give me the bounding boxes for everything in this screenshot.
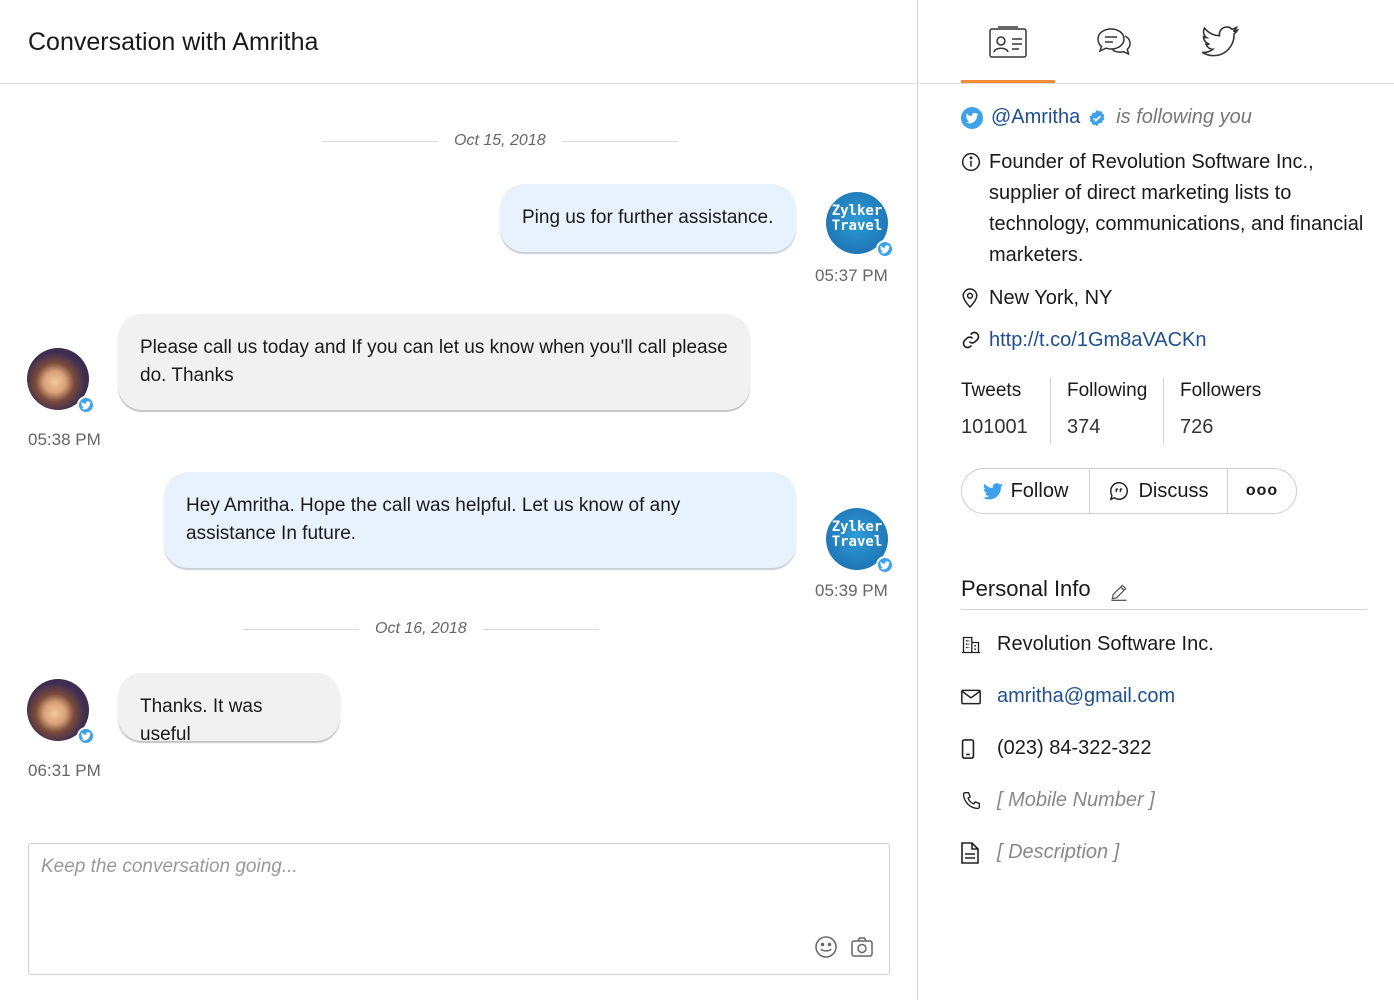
bio-text: Founder of Revolution Software Inc., sup… <box>989 151 1364 266</box>
brand-avatar: Zylker Travel <box>826 192 894 258</box>
url-row: http://t.co/1Gm8aVACKn <box>961 325 1207 360</box>
message-input[interactable] <box>29 844 889 974</box>
twitter-circle-icon <box>961 106 983 129</box>
more-options-button[interactable]: ooo <box>1228 469 1296 513</box>
stat-label: Followers <box>1180 380 1262 401</box>
info-icon <box>961 152 981 172</box>
contact-avatar <box>27 348 95 414</box>
company-row: Revolution Software Inc. <box>961 633 1214 656</box>
stat-followers: Followers 726 <box>1180 378 1280 444</box>
message-bubble-outgoing: Ping us for further assistance. <box>500 184 796 252</box>
building-icon <box>961 636 981 653</box>
discuss-label: Discuss <box>1138 479 1209 502</box>
twitter-badge-icon <box>876 240 894 258</box>
stat-label: Following <box>1067 380 1148 401</box>
message-time: 05:39 PM <box>815 581 888 600</box>
message-text: Thanks. It was useful <box>140 696 263 745</box>
telephone-icon <box>962 791 980 809</box>
twitter-bird-icon <box>1201 26 1239 57</box>
twitter-stats: Tweets 101001 Following 374 Followers 72… <box>961 378 1296 444</box>
twitter-badge-icon <box>77 727 95 745</box>
email-row: amritha@gmail.com <box>961 685 1175 708</box>
date-label: Oct 16, 2018 <box>375 620 467 637</box>
contact-card-icon <box>989 26 1027 58</box>
message-composer <box>28 843 890 975</box>
bio-row: Founder of Revolution Software Inc., sup… <box>961 147 1371 271</box>
conversation-title: Conversation with Amritha <box>28 28 319 56</box>
tab-contact-card[interactable] <box>984 18 1032 66</box>
profile-tabs <box>919 0 1394 84</box>
date-separator: Oct 16, 2018 <box>243 620 599 638</box>
message-text: Please call us today and If you can let … <box>140 337 728 386</box>
phone-value: (023) 84-322-322 <box>997 737 1152 759</box>
discuss-button[interactable]: Discuss <box>1090 469 1228 513</box>
emoji-icon[interactable] <box>813 934 839 960</box>
message-time: 05:37 PM <box>815 266 888 285</box>
mobile-phone-icon <box>961 738 975 759</box>
message-time: 06:31 PM <box>28 761 101 780</box>
edit-pencil-icon[interactable] <box>1109 582 1129 602</box>
document-icon <box>961 841 979 864</box>
conversation-header: Conversation with Amritha <box>0 0 918 84</box>
follow-label: Follow <box>1010 479 1069 502</box>
location-row: New York, NY <box>961 283 1112 319</box>
more-options-icon: ooo <box>1245 482 1279 499</box>
twitter-bird-icon <box>982 482 1003 499</box>
brand-avatar-label: Zylker Travel <box>831 519 883 550</box>
stat-label: Tweets <box>961 380 1022 401</box>
contact-avatar <box>27 679 95 745</box>
message-text: Hey Amritha. Hope the call was helpful. … <box>186 495 681 544</box>
message-bubble-incoming: Thanks. It was useful <box>118 673 340 745</box>
message-text: Ping us for further assistance. <box>522 207 774 228</box>
stat-following: Following 374 <box>1067 378 1164 444</box>
description-row: [ Description ] <box>961 841 1119 864</box>
twitter-handle[interactable]: @Amritha <box>991 106 1080 129</box>
twitter-badge-icon <box>876 556 894 574</box>
stat-value: 101001 <box>961 416 1028 438</box>
brand-avatar-label: Zylker Travel <box>831 203 883 234</box>
message-bubble-outgoing: Hey Amritha. Hope the call was helpful. … <box>164 472 796 568</box>
tab-twitter[interactable] <box>1196 18 1244 66</box>
twitter-handle-row: @Amritha is following you <box>961 106 1252 129</box>
location-pin-icon <box>962 288 978 309</box>
description-placeholder[interactable]: [ Description ] <box>997 841 1119 864</box>
chat-bubbles-icon <box>1097 28 1131 56</box>
phone-row: (023) 84-322-322 <box>961 737 1152 760</box>
following-status: is following you <box>1116 106 1252 128</box>
personal-info-header: Personal Info <box>961 576 1367 610</box>
discuss-icon <box>1110 482 1129 501</box>
twitter-badge-icon <box>77 396 95 414</box>
profile-action-buttons: Follow Discuss ooo <box>961 468 1297 514</box>
company-value: Revolution Software Inc. <box>997 633 1214 655</box>
mobile-number-placeholder[interactable]: [ Mobile Number ] <box>997 789 1155 812</box>
link-icon <box>962 331 980 349</box>
mobile-row: [ Mobile Number ] <box>961 789 1155 812</box>
stat-value: 374 <box>1067 416 1101 438</box>
location-text: New York, NY <box>989 287 1113 309</box>
stat-tweets: Tweets 101001 <box>961 378 1051 444</box>
date-separator: Oct 15, 2018 <box>322 132 678 150</box>
profile-pane: @Amritha is following you Founder of Rev… <box>919 0 1394 1000</box>
message-bubble-incoming: Please call us today and If you can let … <box>118 314 750 410</box>
message-time: 05:38 PM <box>28 430 101 449</box>
personal-info-title: Personal Info <box>961 576 1091 601</box>
follow-button[interactable]: Follow <box>962 469 1090 513</box>
brand-avatar: Zylker Travel <box>826 508 894 574</box>
email-link[interactable]: amritha@gmail.com <box>997 685 1175 708</box>
date-label: Oct 15, 2018 <box>454 132 546 149</box>
conversation-pane: Conversation with Amritha Oct 15, 2018 P… <box>0 0 918 1000</box>
camera-icon[interactable] <box>849 934 875 960</box>
tab-conversations[interactable] <box>1090 18 1138 66</box>
verified-badge-icon <box>1089 109 1105 126</box>
stat-value: 726 <box>1180 416 1214 438</box>
profile-url-link[interactable]: http://t.co/1Gm8aVACKn <box>989 325 1207 360</box>
active-tab-indicator <box>961 80 1055 83</box>
mail-icon <box>961 689 981 704</box>
